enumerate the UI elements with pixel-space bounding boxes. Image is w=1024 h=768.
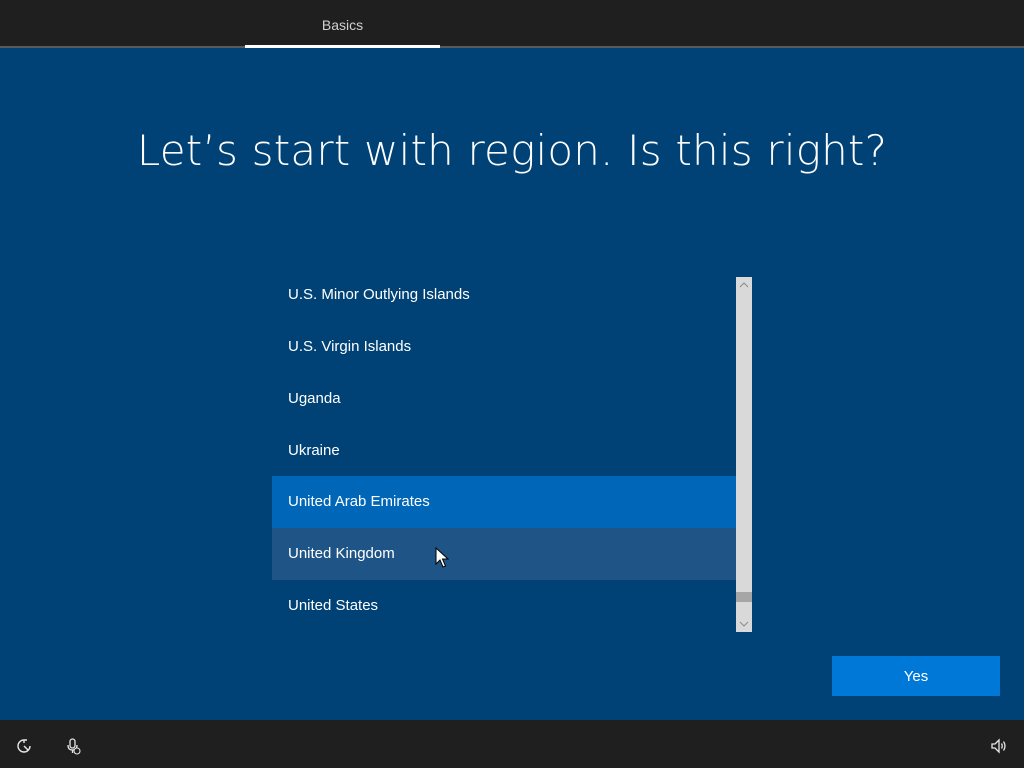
tab-basics: Basics bbox=[245, 0, 440, 46]
list-item[interactable]: U.S. Virgin Islands bbox=[272, 321, 736, 373]
ease-of-access-icon[interactable] bbox=[15, 737, 33, 755]
yes-button[interactable]: Yes bbox=[832, 656, 1000, 696]
list-item-selected[interactable]: United Arab Emirates bbox=[272, 476, 736, 528]
bottom-bar bbox=[0, 720, 1024, 768]
list-item[interactable]: United States bbox=[272, 580, 736, 632]
list-item-hovered[interactable]: United Kingdom bbox=[272, 528, 736, 580]
tab-underline bbox=[245, 45, 440, 48]
top-bar: Basics bbox=[0, 0, 1024, 48]
scroll-up-icon[interactable] bbox=[736, 277, 752, 293]
region-list[interactable]: U.S. Minor Outlying Islands U.S. Virgin … bbox=[272, 277, 736, 632]
volume-icon[interactable] bbox=[990, 737, 1008, 755]
list-item[interactable]: Uganda bbox=[272, 373, 736, 425]
scrollbar-thumb[interactable] bbox=[736, 592, 752, 602]
region-list-scrollbar[interactable] bbox=[736, 277, 752, 632]
list-item[interactable]: Ukraine bbox=[272, 425, 736, 477]
scroll-down-icon[interactable] bbox=[736, 616, 752, 632]
mouse-cursor-icon bbox=[435, 547, 449, 569]
microphone-icon[interactable] bbox=[64, 737, 82, 755]
page-title: Let’s start with region. Is this right? bbox=[0, 126, 1024, 175]
list-item[interactable]: U.S. Minor Outlying Islands bbox=[272, 277, 736, 321]
